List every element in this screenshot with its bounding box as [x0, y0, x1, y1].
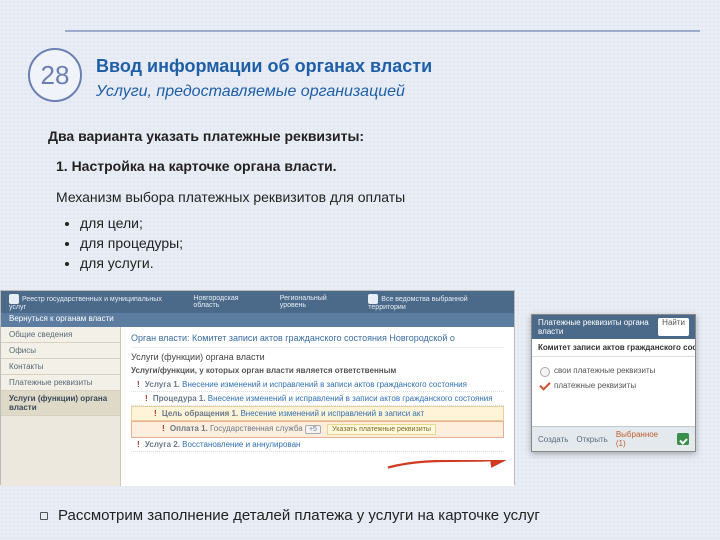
row-link[interactable]: Внесение изменений и исправлений в запис…: [208, 394, 493, 403]
bullet-item: для услуги.: [80, 253, 692, 273]
section-heading: Услуги (функции) органа власти: [131, 347, 504, 362]
list-row: ! Процедура 1. Внесение изменений и испр…: [131, 392, 504, 406]
dialog-search[interactable]: Найти: [658, 318, 689, 336]
list-row: ! Услуга 1. Внесение изменений и исправл…: [131, 378, 504, 392]
dialog-header: Платежные реквизиты органа власти Найти: [532, 315, 695, 339]
row-text: Государственная служба: [210, 424, 303, 433]
section-subheading: Услуги/функции, у которых орган власти я…: [131, 366, 504, 375]
list-row-highlighted: ! Цель обращения 1. Внесение изменений и…: [131, 406, 504, 421]
intro-text: Два варианта указать платежные реквизиты…: [48, 128, 692, 144]
bullet-item: для процедуры;: [80, 233, 692, 253]
sidebar-item[interactable]: Офисы: [1, 343, 120, 359]
dialog-option[interactable]: свои платежные реквизиты: [540, 363, 687, 378]
region-label: Новгородская область: [193, 295, 265, 309]
dialog-window: Платежные реквизиты органа власти Найти …: [531, 314, 696, 452]
confirm-icon[interactable]: [677, 433, 689, 445]
row-link[interactable]: Внесение изменений и исправлений в запис…: [182, 380, 467, 389]
header: Ввод информации об органах власти Услуги…: [96, 56, 700, 101]
dialog-subheader: Комитет записи актов гражданского состоя…: [532, 339, 695, 357]
slide-number: 28: [28, 48, 82, 102]
list-row: ! Услуга 2. Восстановление и аннулирован: [131, 438, 504, 452]
bullet-list: для цели; для процедуры; для услуги.: [76, 213, 692, 274]
bullet-item: для цели;: [80, 213, 692, 233]
footer-note: Рассмотрим заполнение деталей платежа у …: [40, 507, 700, 524]
dialog-option-checked[interactable]: платежные реквизиты: [540, 378, 687, 393]
sidebar-item[interactable]: Контакты: [1, 359, 120, 375]
row-link[interactable]: Внесение изменений и исправлений в запис…: [240, 409, 424, 418]
row-marker: !: [137, 380, 140, 389]
dialog-body: свои платежные реквизиты платежные рекви…: [532, 357, 695, 399]
app-logo: Реестр государственных и муниципальных у…: [9, 294, 179, 311]
dialog-footer: Создать Открыть Выбранное (1): [532, 426, 695, 451]
sidebar-item-active[interactable]: Услуги (функции) органа власти: [1, 391, 120, 416]
sidebar: Общие сведения Офисы Контакты Платежные …: [1, 327, 121, 486]
footer-bullet-icon: [40, 512, 48, 520]
tooltip: Указать платежные реквизиты: [327, 424, 436, 435]
back-link[interactable]: Вернуться к органам власти: [1, 313, 514, 327]
paragraph: Механизм выбора платежных реквизитов для…: [56, 188, 692, 207]
app-topbar: Реестр государственных и муниципальных у…: [1, 291, 514, 313]
app-body: Общие сведения Офисы Контакты Платежные …: [1, 327, 514, 486]
sidebar-item[interactable]: Общие сведения: [1, 327, 120, 343]
level-label: Региональный уровень: [280, 295, 355, 309]
page-title: Ввод информации об органах власти: [96, 56, 700, 77]
row-link[interactable]: Восстановление и аннулирован: [182, 440, 300, 449]
list-row-highlighted: ! Оплата 1. Государственная служба +5 Ук…: [131, 421, 504, 438]
app-window: Реестр государственных и муниципальных у…: [0, 290, 515, 485]
numbered-item: 1. Настройка на карточке органа власти.: [56, 158, 692, 174]
main-panel: Орган власти: Комитет записи актов гражд…: [121, 327, 514, 486]
dialog-open[interactable]: Открыть: [576, 435, 607, 444]
depts-label: Все ведомства выбранной территории: [368, 294, 506, 311]
content: Два варианта указать платежные реквизиты…: [48, 128, 692, 274]
dialog-selected[interactable]: Выбранное (1): [616, 430, 669, 448]
screenshot-mock: Реестр государственных и муниципальных у…: [0, 290, 720, 485]
top-rule: [65, 30, 700, 32]
count-badge[interactable]: +5: [305, 425, 321, 434]
page-subtitle: Услуги, предоставляемые организацией: [96, 83, 700, 101]
sidebar-item[interactable]: Платежные реквизиты: [1, 375, 120, 391]
dialog-create[interactable]: Создать: [538, 435, 568, 444]
breadcrumb: Орган власти: Комитет записи актов гражд…: [131, 333, 504, 343]
